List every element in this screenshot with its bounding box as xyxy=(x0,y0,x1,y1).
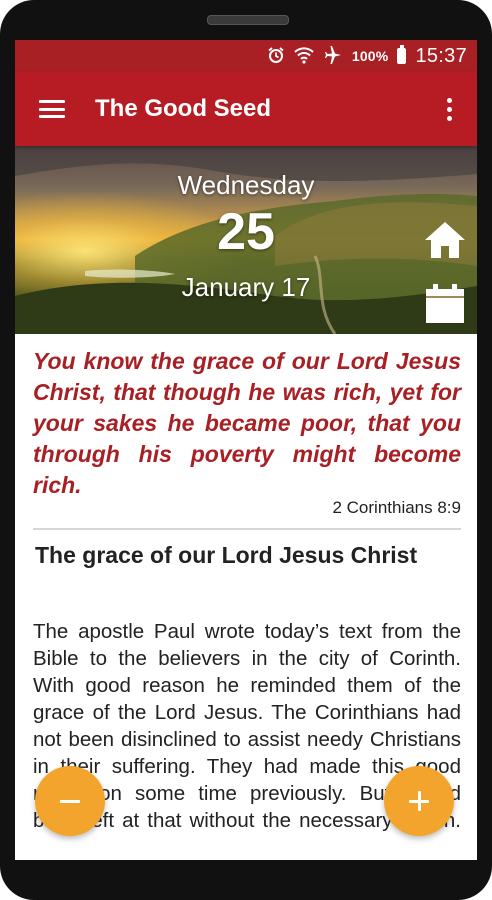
phone-frame: 100% 15:37 The Good Seed Wednesday 25 Ja… xyxy=(0,0,492,900)
home-icon[interactable] xyxy=(423,218,467,262)
verse-reference: 2 Corinthians 8:9 xyxy=(332,498,461,517)
battery-percentage: 100% xyxy=(351,48,389,64)
battery-icon xyxy=(397,45,407,64)
wifi-icon xyxy=(294,46,314,67)
app-bar: The Good Seed xyxy=(15,72,477,146)
alarm-icon xyxy=(267,46,285,67)
calendar-icon[interactable] xyxy=(423,282,467,326)
date-header: Wednesday 25 January 17 xyxy=(15,146,477,334)
verse-text: You know the grace of our Lord Jesus Chr… xyxy=(33,348,461,498)
phone-speaker xyxy=(207,15,289,25)
month-year: January 17 xyxy=(181,272,311,302)
plus-icon xyxy=(407,789,431,813)
increase-font-button[interactable] xyxy=(384,766,454,836)
more-vert-icon[interactable] xyxy=(435,95,463,123)
minus-icon xyxy=(58,789,82,813)
divider xyxy=(33,528,461,530)
weekday: Wednesday xyxy=(177,170,315,200)
status-bar: 100% 15:37 xyxy=(15,40,477,72)
app-title: The Good Seed xyxy=(95,95,272,122)
airplane-icon xyxy=(323,45,343,67)
article-title: The grace of our Lord Jesus Christ xyxy=(35,542,418,568)
hamburger-menu-icon[interactable] xyxy=(39,99,65,119)
decrease-font-button[interactable] xyxy=(35,766,105,836)
day-number: 25 xyxy=(217,203,275,261)
screen: 100% 15:37 The Good Seed Wednesday 25 Ja… xyxy=(15,40,477,860)
clock: 15:37 xyxy=(415,44,467,67)
